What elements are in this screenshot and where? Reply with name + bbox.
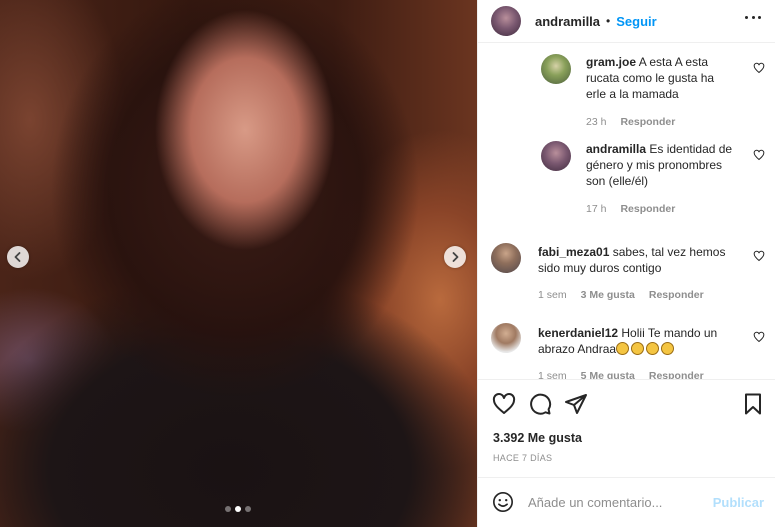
comment-text: gram.joe A esta A esta rucata como le gu… (586, 55, 715, 101)
emoji-picker-icon[interactable] (492, 491, 514, 513)
post-likes-count[interactable]: 3.392 Me gusta (493, 431, 582, 445)
commenter-avatar[interactable] (491, 243, 521, 273)
reply-button[interactable]: Responder (649, 370, 704, 379)
previous-photo-button[interactable] (7, 246, 29, 268)
comment-meta: 17 h Responder (586, 203, 675, 215)
carousel-indicator (225, 506, 251, 512)
comment-input[interactable] (528, 492, 708, 512)
comment-meta: 1 sem 5 Me gusta Responder (538, 370, 704, 379)
comment-likes-count[interactable]: 5 Me gusta (581, 370, 635, 379)
author-avatar[interactable] (491, 6, 521, 36)
comment-text: fabi_meza01 sabes, tal vez hemos sido mu… (538, 245, 726, 275)
author-username[interactable]: andramilla (535, 14, 600, 29)
commenter-avatar[interactable] (541, 141, 571, 171)
instagram-post-view: andramilla • Seguir gram.joe A esta A es… (0, 0, 775, 527)
comment-text: andramilla Es identidad de género y mis … (586, 142, 733, 188)
add-comment-bar: Publicar (478, 477, 775, 528)
commenter-avatar[interactable] (491, 323, 521, 353)
frown-emoji-icon (646, 342, 660, 355)
comment-likes-count[interactable]: 3 Me gusta (581, 289, 635, 301)
comment-meta: 23 h Responder (586, 116, 675, 128)
more-options-icon[interactable] (745, 14, 761, 20)
post-photo (0, 0, 477, 527)
comments-list[interactable]: gram.joe A esta A esta rucata como le gu… (478, 43, 775, 379)
post-timestamp: HACE 7 DÍAS (493, 453, 553, 463)
like-comment-icon[interactable] (753, 62, 765, 74)
carousel-dot (225, 506, 231, 512)
post-header: andramilla • Seguir (478, 0, 775, 43)
share-paper-plane-icon[interactable] (564, 392, 588, 416)
header-separator: • (606, 14, 611, 28)
like-comment-icon[interactable] (753, 149, 765, 161)
comment-text: kenerdaniel12 Holii Te mando un abrazo A… (538, 326, 718, 356)
chevron-right-icon (452, 252, 459, 262)
commenter-username[interactable]: kenerdaniel12 (538, 326, 618, 340)
action-icons (492, 392, 765, 418)
reply-button[interactable]: Responder (620, 203, 675, 215)
comment-time: 1 sem (538, 370, 567, 379)
like-heart-icon[interactable] (492, 392, 516, 416)
commenter-username[interactable]: gram.joe (586, 55, 636, 69)
comment-time: 1 sem (538, 289, 567, 301)
like-comment-icon[interactable] (753, 331, 765, 343)
post-actions: 3.392 Me gusta HACE 7 DÍAS (478, 379, 775, 478)
like-comment-icon[interactable] (753, 250, 765, 262)
post-media (0, 0, 477, 527)
comment-time: 17 h (586, 203, 607, 215)
next-photo-button[interactable] (444, 246, 466, 268)
carousel-dot (245, 506, 251, 512)
reply-button[interactable]: Responder (649, 289, 704, 301)
save-bookmark-icon[interactable] (741, 392, 765, 416)
smile-emoji-icon (661, 342, 675, 355)
post-sidebar: andramilla • Seguir gram.joe A esta A es… (477, 0, 775, 527)
commenter-username[interactable]: fabi_meza01 (538, 245, 609, 259)
reply-button[interactable]: Responder (620, 116, 675, 128)
carousel-dot-active (235, 506, 241, 512)
comment-meta: 1 sem 3 Me gusta Responder (538, 289, 704, 301)
follow-button[interactable]: Seguir (616, 14, 656, 29)
commenter-username[interactable]: andramilla (586, 142, 646, 156)
frown-emoji-icon (616, 342, 630, 355)
publish-comment-button[interactable]: Publicar (713, 495, 764, 510)
comment-time: 23 h (586, 116, 607, 128)
commenter-avatar[interactable] (541, 54, 571, 84)
frown-emoji-icon (631, 342, 645, 355)
chevron-left-icon (14, 252, 21, 262)
comment-bubble-icon[interactable] (528, 392, 552, 416)
